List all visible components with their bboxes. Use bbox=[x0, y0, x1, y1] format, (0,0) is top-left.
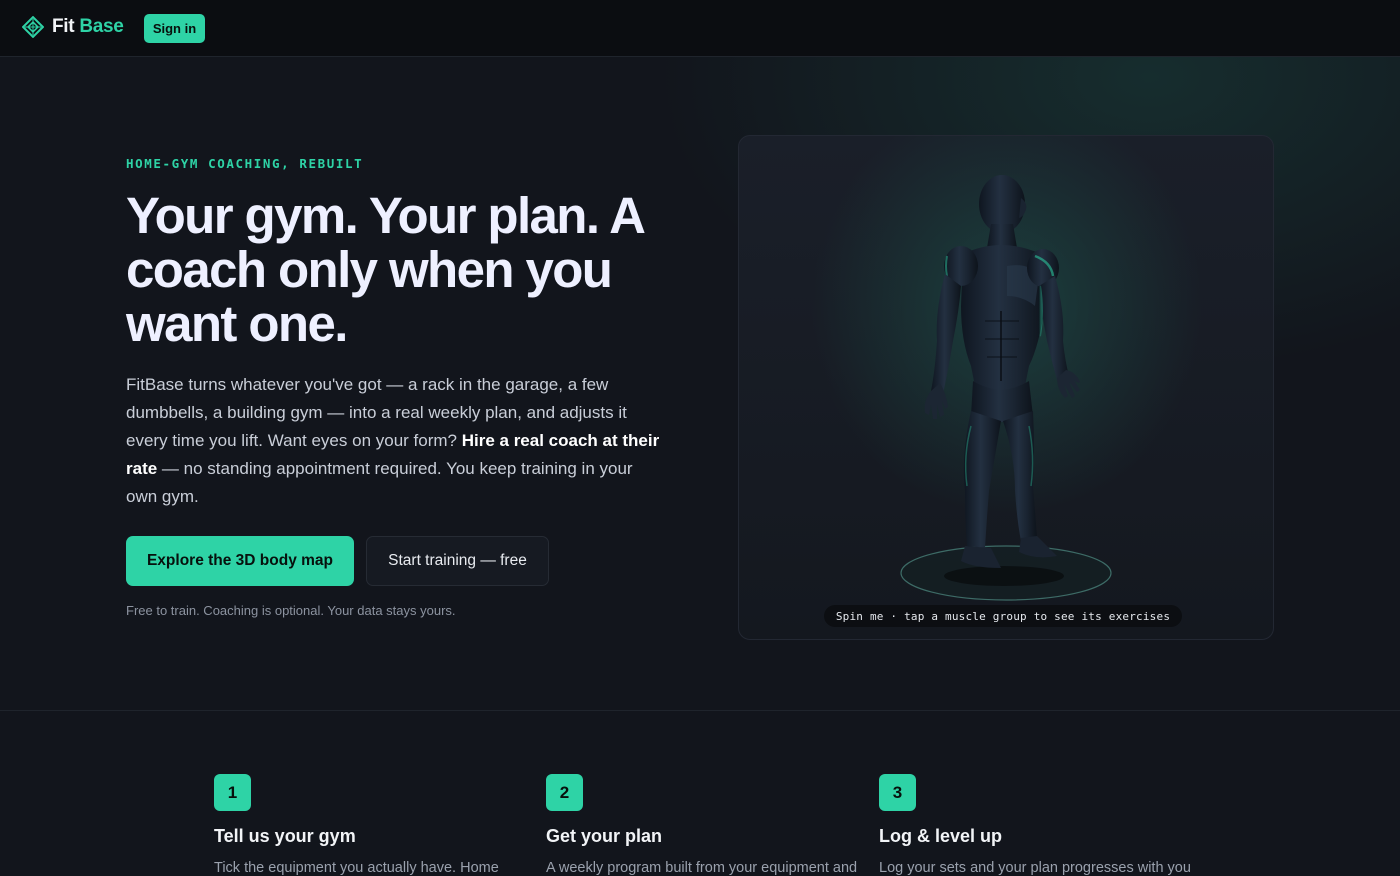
brand-name: Fit Base bbox=[52, 16, 124, 38]
start-training-button[interactable]: Start training — free bbox=[366, 536, 549, 586]
3d-body-figure-icon[interactable] bbox=[739, 136, 1274, 640]
hero-headline: Your gym. Your plan. A coach only when y… bbox=[126, 187, 644, 352]
step-description: Tick the equipment you actually have. Ho… bbox=[214, 860, 499, 876]
step-number-badge: 3 bbox=[879, 774, 916, 811]
step-title: Log & level up bbox=[879, 826, 1003, 846]
brand-name-base: Base bbox=[79, 16, 124, 37]
step-card: 3 Log & level up Log your sets and your … bbox=[879, 774, 1191, 876]
step-description: Log your sets and your plan progresses w… bbox=[879, 860, 1191, 876]
hero-eyebrow: HOME-GYM COACHING, REBUILT bbox=[126, 156, 364, 171]
step-number-badge: 2 bbox=[546, 774, 583, 811]
hero-description: FitBase turns whatever you've got — a ra… bbox=[126, 371, 666, 511]
step-description: A weekly program built from your equipme… bbox=[546, 860, 858, 876]
top-nav: Fit Base Sign in bbox=[0, 0, 1400, 57]
brand-logo[interactable]: Fit Base bbox=[22, 16, 124, 38]
viewer-caption: Spin me · tap a muscle group to see its … bbox=[824, 605, 1182, 627]
step-number-badge: 1 bbox=[214, 774, 251, 811]
explore-body-map-button[interactable]: Explore the 3D body map bbox=[126, 536, 354, 586]
step-card: 1 Tell us your gym Tick the equipment yo… bbox=[214, 774, 524, 876]
sign-in-button[interactable]: Sign in bbox=[144, 14, 205, 43]
step-title: Tell us your gym bbox=[214, 826, 356, 846]
hero-section: HOME-GYM COACHING, REBUILT Your gym. You… bbox=[0, 57, 1400, 711]
hero-fineprint: Free to train. Coaching is optional. You… bbox=[126, 603, 456, 618]
brand-name-fit: Fit bbox=[52, 16, 75, 37]
3d-body-viewer[interactable]: Spin me · tap a muscle group to see its … bbox=[738, 135, 1274, 640]
step-card: 2 Get your plan A weekly program built f… bbox=[546, 774, 858, 876]
how-it-works-section: 1 Tell us your gym Tick the equipment yo… bbox=[0, 712, 1400, 876]
hero-description-part2: — no standing appointment required. You … bbox=[126, 459, 633, 506]
step-title: Get your plan bbox=[546, 826, 663, 846]
logo-diamond-icon bbox=[22, 16, 44, 38]
